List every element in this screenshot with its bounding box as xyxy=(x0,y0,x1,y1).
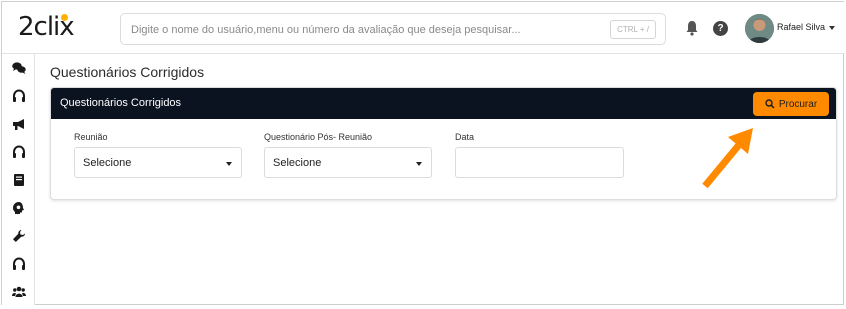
caret-down-icon xyxy=(226,162,232,166)
bell-icon[interactable] xyxy=(685,20,699,36)
reuniao-select[interactable]: Selecione xyxy=(74,147,242,178)
book-icon[interactable] xyxy=(12,173,26,187)
search-button[interactable]: Procurar xyxy=(753,92,829,116)
search-button-label: Procurar xyxy=(778,98,818,110)
global-search[interactable]: CTRL + / xyxy=(120,13,666,45)
help-icon[interactable]: ? xyxy=(713,21,728,36)
user-name: Rafael Silva xyxy=(777,22,826,32)
megaphone-icon[interactable] xyxy=(12,117,26,131)
avatar[interactable] xyxy=(745,14,774,43)
questionario-label: Questionário Pós- Reunião xyxy=(264,132,373,142)
users-icon[interactable] xyxy=(12,285,26,299)
logo-dot xyxy=(61,14,68,21)
card-header: Questionários Corrigidos Procurar xyxy=(51,88,836,119)
comments-icon[interactable] xyxy=(12,61,26,75)
brain-gear-icon[interactable] xyxy=(12,201,26,215)
chevron-down-icon xyxy=(829,25,836,30)
search-input[interactable] xyxy=(131,20,601,40)
annotation-arrow-icon xyxy=(702,128,753,189)
headset-icon[interactable] xyxy=(12,145,26,159)
shortcut-hint: CTRL + / xyxy=(610,20,656,39)
sidebar xyxy=(2,54,35,305)
search-icon xyxy=(765,98,775,109)
date-field[interactable] xyxy=(455,147,624,178)
card-title: Questionários Corrigidos xyxy=(60,97,182,109)
reuniao-select-value: Selecione xyxy=(83,157,132,169)
page-title: Questionários Corrigidos xyxy=(50,64,205,80)
app-window: 2clix CTRL + / ? Rafael Silva xyxy=(1,1,845,305)
questionario-select[interactable]: Selecione xyxy=(264,147,432,178)
caret-down-icon xyxy=(416,162,422,166)
logo[interactable]: 2clix xyxy=(18,12,75,46)
wrench-icon[interactable] xyxy=(12,229,26,243)
headset-icon[interactable] xyxy=(12,89,26,103)
headset-icon[interactable] xyxy=(12,257,26,271)
user-menu[interactable]: Rafael Silva xyxy=(777,22,836,32)
questionario-select-value: Selecione xyxy=(273,157,322,169)
data-label: Data xyxy=(455,132,475,142)
top-bar: 2clix CTRL + / ? Rafael Silva xyxy=(2,2,845,54)
reuniao-label: Reunião xyxy=(74,132,108,142)
